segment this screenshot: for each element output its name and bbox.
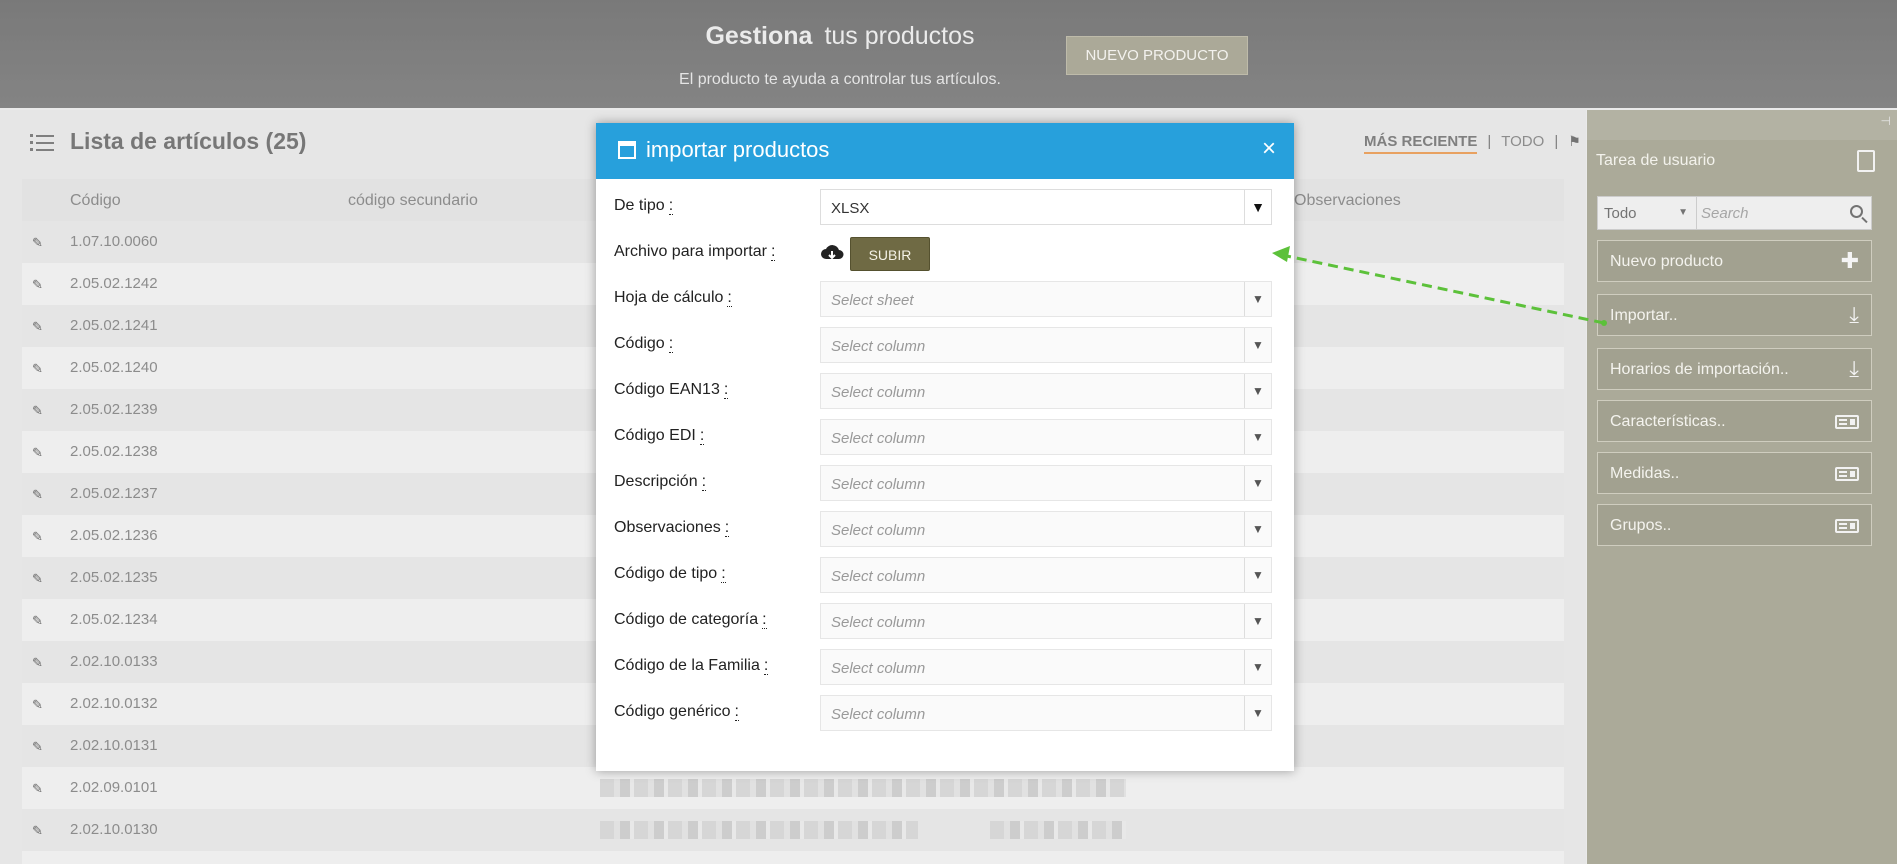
select-placeholder: Select column	[831, 338, 926, 355]
select-placeholder: Select column	[831, 384, 926, 401]
form-row: Código EDI: Select column ▼	[614, 419, 1274, 455]
select-placeholder: Select column	[831, 614, 926, 631]
form-row: Descripción: Select column ▼	[614, 465, 1274, 501]
select-value: XLSX	[831, 200, 870, 217]
chevron-down-icon[interactable]: ▼	[1244, 512, 1271, 546]
form-label-text: Descripción	[614, 473, 698, 490]
form-label-colon: :	[724, 519, 730, 537]
form-label: Código genérico:	[614, 703, 739, 721]
chevron-down-icon[interactable]: ▼	[1244, 558, 1271, 592]
form-label-colon: :	[770, 243, 776, 261]
import-products-modal: importar productos × De tipo: XLSX ▼ Archiv…	[596, 123, 1294, 771]
chevron-down-icon[interactable]: ▼	[1244, 328, 1271, 362]
chevron-down-icon[interactable]: ▼	[1244, 420, 1271, 454]
select-placeholder: Select column	[831, 522, 926, 539]
file-type-select[interactable]: XLSX ▼	[820, 189, 1272, 225]
column-select[interactable]: Select column ▼	[820, 511, 1272, 547]
column-select[interactable]: Select column ▼	[820, 603, 1272, 639]
form-label: Archivo para importar:	[614, 243, 776, 261]
form-label-colon: :	[734, 703, 739, 721]
form-row: Código genérico: Select column ▼	[614, 695, 1274, 731]
form-label: Hoja de cálculo:	[614, 289, 732, 307]
column-select[interactable]: Select column ▼	[820, 695, 1272, 731]
form-label-colon: :	[762, 611, 767, 629]
form-label-colon: :	[727, 289, 732, 307]
form-label: Observaciones:	[614, 519, 730, 537]
form-label: Descripción:	[614, 473, 707, 491]
form-label-colon: :	[721, 565, 726, 583]
form-row: Archivo para importar: SUBIR	[614, 235, 1274, 271]
form-row: Código de categoría: Select column ▼	[614, 603, 1274, 639]
select-placeholder: Select column	[831, 568, 926, 585]
form-label-colon: :	[701, 473, 707, 491]
form-label-text: Código de categoría	[614, 611, 759, 628]
form-label-text: Código EAN13	[614, 381, 720, 398]
form-label-text: Código de tipo	[614, 565, 718, 582]
column-select[interactable]: Select column ▼	[820, 419, 1272, 455]
chevron-down-icon[interactable]: ▼	[1244, 650, 1271, 684]
form-label-colon: :	[668, 335, 674, 353]
form-row: Código de tipo: Select column ▼	[614, 557, 1274, 593]
form-label: Código EDI:	[614, 427, 705, 445]
select-placeholder: Select column	[831, 660, 926, 677]
form-row: De tipo: XLSX ▼	[614, 189, 1274, 225]
form-label-text: Código	[614, 335, 665, 352]
form-label: Código de tipo:	[614, 565, 726, 583]
form-label-text: Código genérico	[614, 703, 731, 720]
modal-title: importar productos	[646, 137, 830, 162]
form-label-text: Código de la Familia	[614, 657, 760, 674]
form-label: Código EAN13:	[614, 381, 729, 399]
select-placeholder: Select column	[831, 430, 926, 447]
form-label-text: Hoja de cálculo	[614, 289, 724, 306]
cloud-download-icon	[821, 245, 844, 260]
chevron-down-icon[interactable]: ▼	[1244, 282, 1271, 316]
chevron-down-icon[interactable]: ▼	[1244, 466, 1271, 500]
chevron-down-icon[interactable]: ▼	[1244, 696, 1271, 730]
form-row: Hoja de cálculo: Select sheet ▼	[614, 281, 1274, 317]
column-select[interactable]: Select column ▼	[820, 649, 1272, 685]
form-label-text: Observaciones	[614, 519, 721, 536]
form-label-colon: :	[699, 427, 705, 445]
form-label-text: Archivo para importar	[614, 243, 767, 260]
form-label: Código de categoría:	[614, 611, 767, 629]
column-select[interactable]: Select column ▼	[820, 557, 1272, 593]
upload-button[interactable]: SUBIR	[850, 237, 930, 271]
form-row: Código de la Familia: Select column ▼	[614, 649, 1274, 685]
form-row: Código EAN13: Select column ▼	[614, 373, 1274, 409]
chevron-down-icon[interactable]: ▼	[1244, 604, 1271, 638]
column-select[interactable]: Select column ▼	[820, 373, 1272, 409]
form-label-colon: :	[763, 657, 769, 675]
form-label: Código de la Familia:	[614, 657, 769, 675]
form-row: Código: Select column ▼	[614, 327, 1274, 363]
column-select[interactable]: Select column ▼	[820, 327, 1272, 363]
select-placeholder: Select column	[831, 706, 926, 723]
form-label-text: De tipo	[614, 197, 665, 214]
select-placeholder: Select column	[831, 476, 926, 493]
form-label-colon: :	[668, 197, 674, 215]
select-placeholder: Select sheet	[831, 292, 914, 309]
form-label: Código:	[614, 335, 674, 353]
window-icon	[618, 141, 636, 159]
form-label: De tipo:	[614, 197, 674, 215]
chevron-down-icon[interactable]: ▼	[1244, 190, 1271, 224]
form-label-text: Código EDI	[614, 427, 696, 444]
column-select[interactable]: Select column ▼	[820, 465, 1272, 501]
close-icon[interactable]: ×	[1262, 135, 1276, 163]
form-row: Observaciones: Select column ▼	[614, 511, 1274, 547]
column-select[interactable]: Select sheet ▼	[820, 281, 1272, 317]
modal-header: importar productos ×	[596, 123, 1294, 179]
form-label-colon: :	[723, 381, 729, 399]
chevron-down-icon[interactable]: ▼	[1244, 374, 1271, 408]
